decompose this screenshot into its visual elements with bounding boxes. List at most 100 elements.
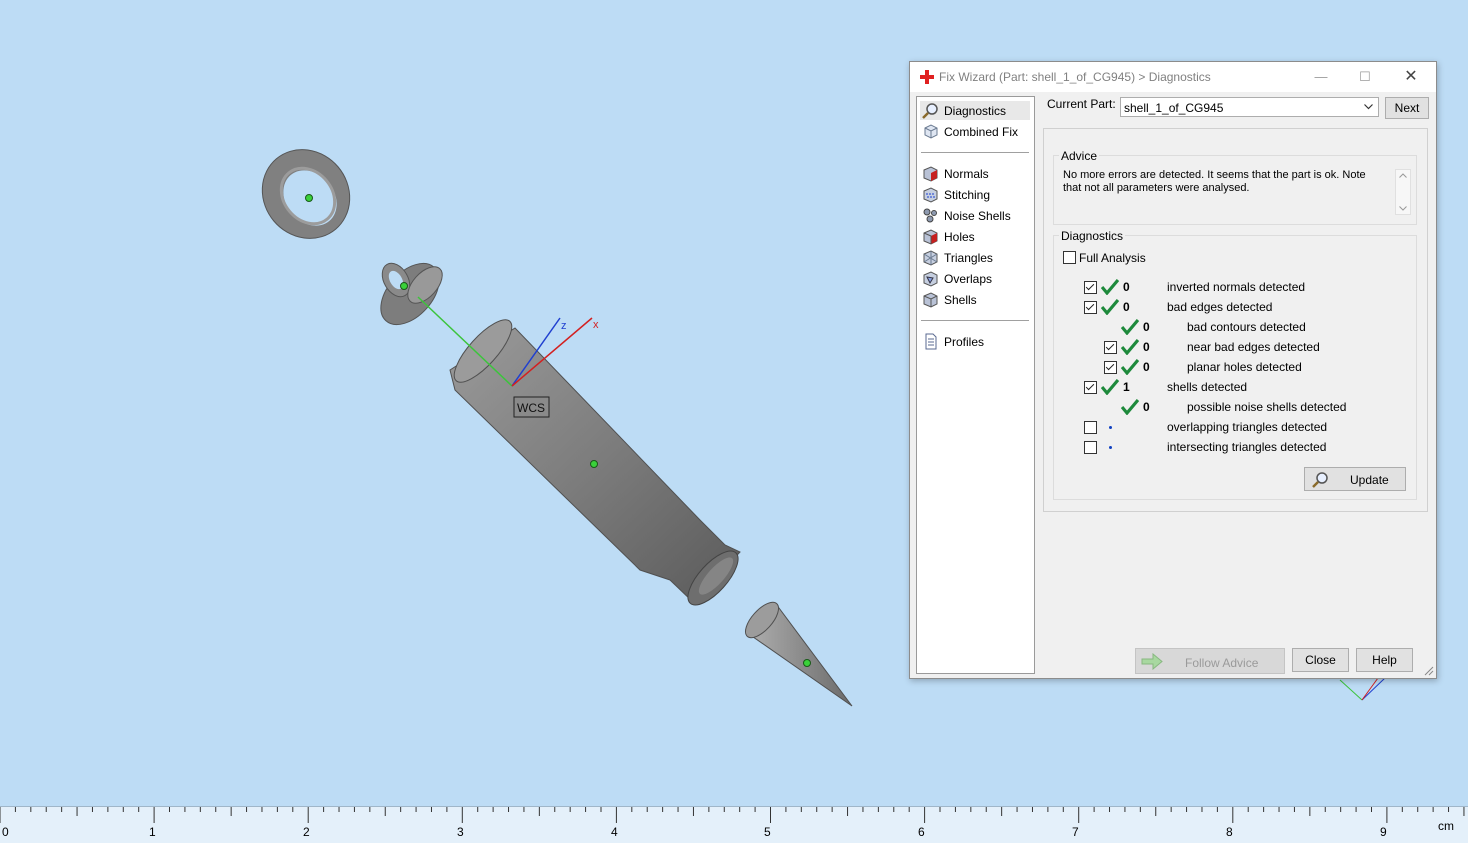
nav-item-normals[interactable]: Normals (920, 164, 1030, 183)
nav-item-shells[interactable]: Shells (920, 290, 1030, 309)
wcs-label: WCS (517, 401, 545, 415)
advice-scrollbar[interactable] (1395, 169, 1411, 215)
ruler-label: 3 (457, 825, 464, 839)
stitching-icon (923, 187, 938, 203)
nav-separator (921, 152, 1029, 153)
ruler-label: 5 (764, 825, 771, 839)
ruler-label: 9 (1380, 825, 1387, 839)
close-button[interactable]: Close (1292, 648, 1349, 672)
check-ok-icon (1101, 299, 1119, 315)
diag-label: near bad edges detected (1187, 340, 1320, 354)
nav-item-triangles[interactable]: Triangles (920, 248, 1030, 267)
check-ok-icon (1121, 319, 1139, 335)
next-button[interactable]: Next (1385, 97, 1429, 119)
triangles-icon (923, 250, 938, 266)
dialog-title: Fix Wizard (Part: shell_1_of_CG945) > Di… (939, 70, 1211, 84)
view-gizmo (1339, 677, 1386, 701)
nav-label: Stitching (944, 188, 991, 202)
wizard-nav: Diagnostics Combined Fix Normals Stitchi… (916, 96, 1035, 674)
diag-checkbox-planar-holes[interactable] (1104, 361, 1117, 374)
nav-label: Profiles (944, 335, 985, 349)
check-ok-icon (1101, 279, 1119, 295)
shell-body-part[interactable] (446, 312, 746, 613)
nav-label: Noise Shells (944, 209, 1011, 223)
arrow-right-icon (1141, 653, 1163, 670)
nav-item-noise-shells[interactable]: Noise Shells (920, 206, 1030, 225)
holes-icon (923, 229, 938, 245)
scroll-up-icon[interactable] (1399, 173, 1407, 178)
nav-label: Overlaps (944, 272, 993, 286)
axis-x-label: x (593, 319, 599, 331)
diag-count: 1 (1123, 380, 1130, 394)
minimize-button[interactable]: — (1299, 62, 1343, 92)
overlaps-icon (923, 271, 938, 287)
diag-count: 0 (1143, 360, 1150, 374)
advice-text: No more errors are detected. It seems th… (1063, 169, 1366, 194)
nav-label: Combined Fix (944, 125, 1019, 139)
bullet-tip-part[interactable] (740, 597, 853, 707)
diag-label: bad contours detected (1187, 320, 1306, 334)
document-icon (925, 333, 937, 350)
close-window-button[interactable]: ✕ (1389, 62, 1433, 92)
diag-checkbox-shells[interactable] (1084, 381, 1097, 394)
check-ok-icon (1121, 399, 1139, 415)
ruler-label: 7 (1072, 825, 1079, 839)
diagnostics-title: Diagnostics (1059, 229, 1126, 243)
diag-count: 0 (1123, 280, 1130, 294)
ruler-unit: cm (1438, 819, 1454, 833)
scroll-down-icon[interactable] (1399, 206, 1407, 211)
update-label: Update (1350, 473, 1389, 487)
nav-item-overlaps[interactable]: Overlaps (920, 269, 1030, 288)
diag-label: planar holes detected (1187, 360, 1302, 374)
diag-count: 0 (1143, 400, 1150, 414)
dialog-titlebar[interactable]: Fix Wizard (Part: shell_1_of_CG945) > Di… (910, 62, 1436, 92)
diag-checkbox-bad-edges[interactable] (1084, 301, 1097, 314)
advice-group: Advice No more errors are detected. It s… (1053, 149, 1417, 225)
check-ok-icon (1121, 339, 1139, 355)
ruler-ticks (0, 807, 1465, 823)
advice-title: Advice (1059, 149, 1100, 163)
cube-icon (924, 124, 938, 139)
nav-label: Normals (944, 167, 989, 181)
ring-part[interactable] (244, 132, 367, 256)
diag-label: intersecting triangles detected (1167, 440, 1327, 454)
full-analysis-checkbox[interactable] (1063, 251, 1076, 264)
status-unknown-icon (1109, 446, 1112, 449)
diag-label: bad edges detected (1167, 300, 1273, 314)
resize-grip-icon[interactable] (1424, 666, 1434, 676)
magnifier-icon (922, 103, 938, 119)
ruler-label: 2 (303, 825, 310, 839)
nav-item-profiles[interactable]: Profiles (920, 332, 1030, 351)
current-part-select[interactable]: shell_1_of_CG945 (1120, 97, 1379, 117)
diag-checkbox-intersecting-triangles[interactable] (1084, 441, 1097, 454)
nav-label: Shells (944, 293, 977, 307)
diag-label: overlapping triangles detected (1167, 420, 1328, 434)
nav-label: Triangles (944, 251, 993, 265)
current-part-label: Current Part: (1047, 97, 1116, 111)
current-part-value: shell_1_of_CG945 (1124, 101, 1224, 115)
diag-label: possible noise shells detected (1187, 400, 1347, 414)
diag-checkbox-overlapping-triangles[interactable] (1084, 421, 1097, 434)
diag-checkbox-inverted-normals[interactable] (1084, 281, 1097, 294)
fix-wizard-dialog: Fix Wizard (Part: shell_1_of_CG945) > Di… (909, 61, 1437, 679)
nav-item-stitching[interactable]: Stitching (920, 185, 1030, 204)
diag-count: 0 (1143, 320, 1150, 334)
follow-advice-button[interactable]: Follow Advice (1135, 648, 1285, 674)
update-button[interactable]: Update (1304, 467, 1406, 491)
diag-label: shells detected (1167, 380, 1248, 394)
red-cross-icon (920, 70, 934, 84)
diagnostics-group: Diagnostics Full Analysis 0 inverted nor… (1053, 229, 1417, 500)
diag-count: 0 (1143, 340, 1150, 354)
help-button[interactable]: Help (1356, 648, 1413, 672)
nav-item-combined-fix[interactable]: Combined Fix (920, 122, 1030, 141)
cap-part[interactable] (370, 253, 451, 336)
ruler: 0 1 2 3 4 5 6 7 8 9 cm (0, 806, 1468, 843)
magnifier-icon (1312, 472, 1328, 488)
maximize-button[interactable]: ☐ (1343, 62, 1387, 92)
ruler-label: 1 (149, 825, 156, 839)
shells-icon (923, 292, 938, 308)
nav-separator (921, 320, 1029, 321)
diag-checkbox-near-bad-edges[interactable] (1104, 341, 1117, 354)
nav-item-diagnostics[interactable]: Diagnostics (920, 101, 1030, 120)
nav-item-holes[interactable]: Holes (920, 227, 1030, 246)
